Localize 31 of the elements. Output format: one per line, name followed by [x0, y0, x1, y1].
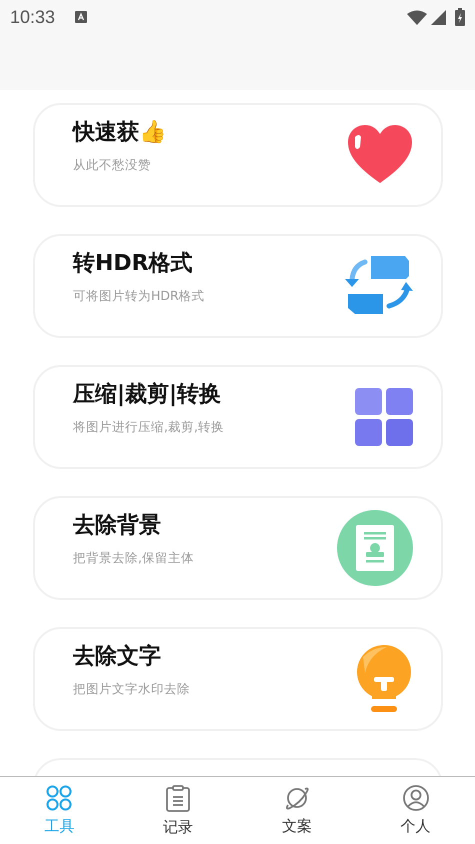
tool-description: 从此不愁没赞 [73, 157, 152, 174]
apps-icon [46, 785, 72, 811]
status-time: 10:33 [10, 6, 56, 28]
tool-title: 去除背景 [73, 512, 162, 540]
wifi-icon [407, 10, 427, 24]
person-icon [402, 785, 429, 811]
tool-card[interactable]: 去除文字 把图片文字水印去除 [33, 627, 443, 731]
tool-title: 压缩|裁剪|转换 [73, 381, 222, 409]
tool-description: 把图片文字水印去除 [73, 681, 191, 698]
bulb-icon [355, 645, 413, 713]
nav-tab[interactable]: 文案 [238, 777, 356, 844]
planet-icon [284, 785, 310, 811]
battery-icon [455, 8, 465, 26]
tool-card[interactable]: 去除背景 把背景去除,保留主体 [33, 496, 443, 600]
id-card-icon [337, 510, 413, 586]
tool-title: 转HDR格式 [73, 250, 194, 278]
nav-tab[interactable]: 记录 [118, 777, 238, 844]
tool-description: 将图片进行压缩,裁剪,转换 [73, 419, 225, 436]
grid-icon [355, 388, 413, 446]
nav-tab[interactable]: 个人 [356, 777, 475, 844]
tool-description: 把背景去除,保留主体 [73, 550, 195, 567]
clipboard-icon [166, 785, 190, 812]
tool-title: 去除文字 [73, 642, 162, 671]
tool-title: 快速获👍 [73, 119, 167, 147]
tool-card[interactable]: 转HDR格式 可将图片转为HDR格式 [33, 234, 443, 338]
tool-description: 可将图片转为HDR格式 [73, 288, 206, 305]
heart-icon [347, 125, 413, 185]
tool-card[interactable]: 快速获👍 从此不愁没赞 [33, 103, 443, 207]
keyboard-indicator-icon [75, 11, 88, 23]
signal-icon [431, 10, 446, 24]
tool-card[interactable]: 压缩|裁剪|转换 将图片进行压缩,裁剪,转换 [33, 365, 443, 469]
